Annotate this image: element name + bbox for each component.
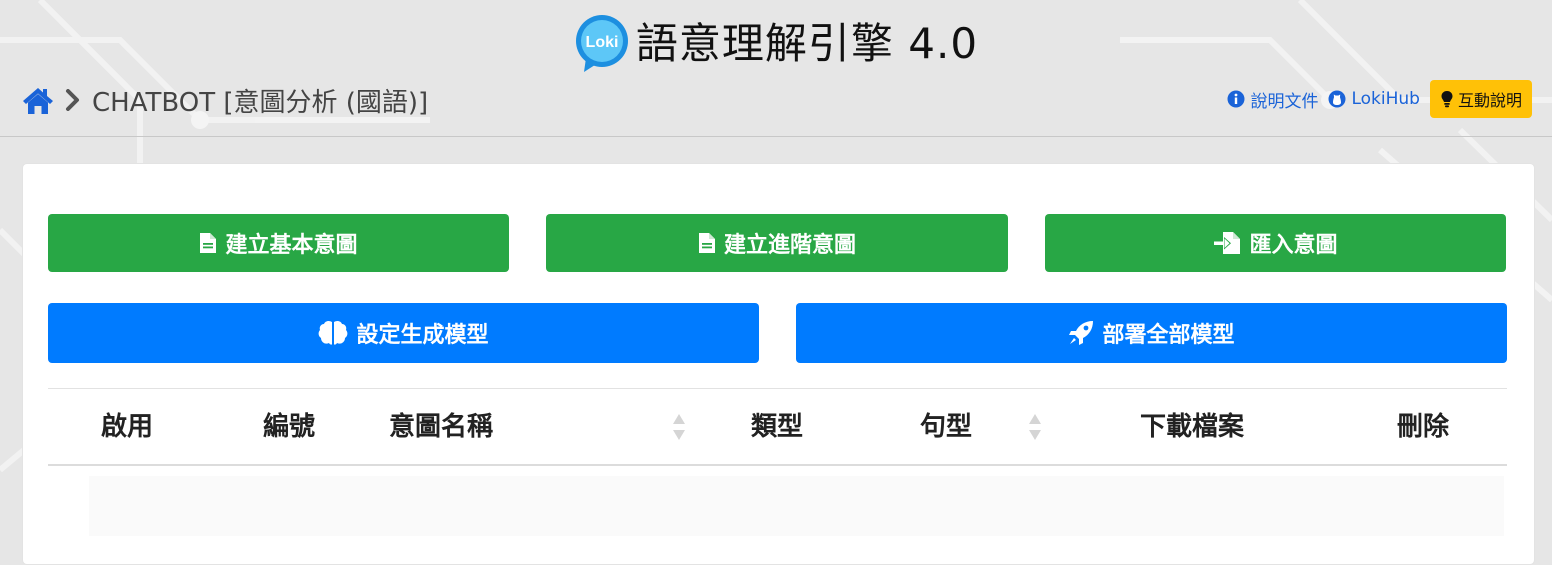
empty-table-row: [89, 476, 1504, 536]
set-generative-model-label: 設定生成模型: [356, 323, 489, 348]
loki-logo: Loki: [575, 15, 628, 72]
breadcrumb: CHATBOT [意圖分析 (國語)]: [22, 80, 428, 120]
docs-link[interactable]: 說明文件: [1227, 87, 1318, 112]
interactive-help-label: 互動說明: [1457, 91, 1522, 110]
header-divider: [0, 136, 1552, 137]
column-header-intent-name[interactable]: 意圖名稱: [389, 407, 493, 447]
create-advanced-intent-label: 建立進階意圖: [723, 233, 856, 258]
file-icon: [698, 233, 715, 253]
deploy-all-models-label: 部署全部模型: [1102, 323, 1235, 348]
column-header-id: 編號: [263, 412, 316, 442]
column-header-delete: 刪除: [1397, 412, 1450, 442]
breadcrumb-current: CHATBOT [意圖分析 (國語)]: [92, 87, 429, 118]
column-header-enabled: 啟用: [101, 412, 154, 442]
import-intent-label: 匯入意圖: [1249, 233, 1338, 258]
intent-panel: 建立基本意圖 建立進階意圖 匯入意圖 設定生成模型 部署全部模型 啟用 編號 意…: [22, 163, 1535, 565]
table-header-divider: [48, 464, 1507, 466]
table-top-border: [48, 388, 1507, 389]
svg-text:Loki: Loki: [585, 34, 618, 51]
lightbulb-icon: [1441, 91, 1453, 108]
file-icon: [200, 233, 217, 253]
github-icon: [1328, 90, 1346, 108]
interactive-help-button[interactable]: 互動說明: [1429, 80, 1532, 118]
column-header-sentence-pattern[interactable]: 句型: [920, 407, 972, 447]
brain-icon: [319, 320, 348, 345]
docs-link-label: 說明文件: [1250, 91, 1319, 112]
column-header-type: 類型: [751, 412, 804, 442]
sort-icon[interactable]: [672, 412, 686, 442]
create-basic-intent-label: 建立基本意圖: [225, 233, 358, 258]
info-circle-icon: [1227, 90, 1245, 108]
create-advanced-intent-button[interactable]: 建立進階意圖: [546, 214, 1008, 272]
app-title: 語意理解引擎 4.0: [635, 19, 979, 68]
create-basic-intent-button[interactable]: 建立基本意圖: [48, 214, 509, 272]
rocket-icon: [1069, 321, 1094, 345]
home-icon[interactable]: [22, 85, 54, 115]
lokihub-link[interactable]: LokiHub: [1328, 89, 1420, 109]
app-header: Loki 語意理解引擎 4.0 CHATBOT [意圖分析 (國語)] 說明文件: [0, 0, 1552, 137]
brand: Loki 語意理解引擎 4.0: [0, 14, 1552, 74]
sort-icon[interactable]: [1028, 412, 1042, 442]
set-generative-model-button[interactable]: 設定生成模型: [48, 303, 759, 363]
column-header-download-file: 下載檔案: [1140, 412, 1245, 442]
file-import-icon: [1214, 232, 1241, 254]
header-links: 說明文件 LokiHub 互動說明: [1227, 80, 1532, 118]
deploy-all-models-button[interactable]: 部署全部模型: [796, 303, 1507, 363]
chevron-right-icon: [66, 89, 79, 111]
import-intent-button[interactable]: 匯入意圖: [1045, 214, 1506, 272]
lokihub-link-label: LokiHub: [1351, 89, 1420, 109]
